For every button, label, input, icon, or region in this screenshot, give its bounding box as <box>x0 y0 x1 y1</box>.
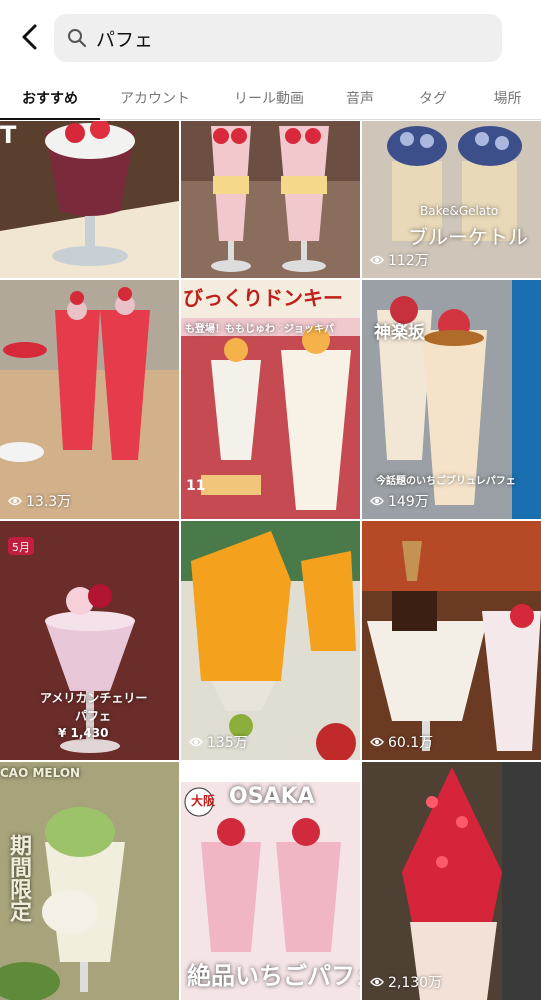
play-icon <box>370 255 384 265</box>
view-count-label: 149万 <box>388 494 429 510</box>
tile-caption: ブルーケトル <box>408 225 528 249</box>
tab-bar: おすすめ アカウント リール動画 音声 タグ 場所 <box>0 76 541 120</box>
tab-tags[interactable]: タグ <box>392 76 474 119</box>
tab-recommended[interactable]: おすすめ <box>0 76 100 120</box>
parfait-image <box>362 521 541 760</box>
search-box[interactable] <box>54 14 502 62</box>
search-input[interactable] <box>96 27 456 49</box>
view-count-label: 2,130万 <box>388 975 443 991</box>
search-icon <box>66 27 88 49</box>
play-icon <box>370 737 384 747</box>
tab-accounts[interactable]: アカウント <box>100 76 210 119</box>
tab-audio[interactable]: 音声 <box>328 76 392 119</box>
view-count: 112万 <box>370 250 429 270</box>
parfait-image <box>181 121 360 278</box>
view-count: 60.1万 <box>370 732 433 752</box>
tile-caption-small: Bake&Gelato <box>420 204 499 218</box>
view-count: 135万 <box>189 732 248 752</box>
parfait-image <box>181 521 360 760</box>
tile-caption: 絶品いちごパフェ <box>187 962 360 990</box>
grid-item[interactable]: 60.1万 <box>362 521 541 760</box>
grid-item[interactable]: 2,130万 <box>362 762 541 1000</box>
results-grid: T Bake&Gelato ブルーケトル 112万 13.3万 11 びっくりド… <box>0 121 541 1000</box>
view-count: 2,130万 <box>370 972 442 992</box>
play-icon <box>189 737 203 747</box>
parfait-image <box>0 280 179 519</box>
grid-item[interactable]: T <box>0 121 179 278</box>
view-count: 13.3万 <box>8 491 71 511</box>
tile-price: ¥ 1,430 <box>58 726 109 740</box>
play-icon <box>370 977 384 987</box>
parfait-image: T <box>0 121 179 278</box>
svg-text:11: 11 <box>186 478 205 494</box>
tile-caption-region: 大阪 <box>191 794 216 808</box>
grid-item[interactable]: 神楽坂 今話題のいちごブリュレパフェ 149万 <box>362 280 541 519</box>
grid-item[interactable]: 13.3万 <box>0 280 179 519</box>
play-icon <box>370 496 384 506</box>
parfait-image: 11 <box>181 280 360 519</box>
view-count-label: 135万 <box>207 735 248 751</box>
view-count-label: 13.3万 <box>26 494 72 510</box>
grid-item[interactable]: Bake&Gelato ブルーケトル 112万 <box>362 121 541 278</box>
tab-reels[interactable]: リール動画 <box>210 76 328 119</box>
tile-caption: 神楽坂 <box>374 323 425 343</box>
view-count-label: 112万 <box>388 253 429 269</box>
parfait-image: 5月 <box>0 521 179 760</box>
tile-caption-small: CAO MELON <box>0 766 81 780</box>
grid-item[interactable]: OSAKA 大阪 絶品いちごパフェ <box>181 762 360 1000</box>
svg-text:T: T <box>0 121 17 149</box>
tile-caption-osaka: OSAKA <box>229 784 315 809</box>
grid-item[interactable]: 11 びっくりドンキー も登場！ももじゅわ♡ジョッキパ <box>181 280 360 519</box>
tile-caption: びっくりドンキー <box>183 286 343 310</box>
svg-text:5月: 5月 <box>12 541 30 554</box>
grid-item[interactable]: 5月 アメリカンチェリー パフェ ¥ 1,430 <box>0 521 179 760</box>
view-count: 149万 <box>370 491 429 511</box>
tab-places[interactable]: 場所 <box>474 76 541 119</box>
header <box>0 0 541 76</box>
grid-item[interactable]: 135万 <box>181 521 360 760</box>
view-count-label: 60.1万 <box>388 735 434 751</box>
tile-caption: アメリカンチェリー <box>40 691 148 705</box>
grid-item[interactable] <box>181 121 360 278</box>
tile-caption: 期間限定 <box>6 834 31 922</box>
play-icon <box>8 496 22 506</box>
tile-caption-small: 今話題のいちごブリュレパフェ <box>376 476 516 487</box>
parfait-image <box>362 762 541 1000</box>
tile-caption-small: も登場！ももじゅわ♡ジョッキパ <box>185 324 334 335</box>
grid-item[interactable]: CAO MELON 期間限定 <box>0 762 179 1000</box>
tile-caption-small: パフェ <box>75 709 112 723</box>
back-button[interactable] <box>12 20 46 54</box>
chevron-left-icon <box>22 24 37 50</box>
